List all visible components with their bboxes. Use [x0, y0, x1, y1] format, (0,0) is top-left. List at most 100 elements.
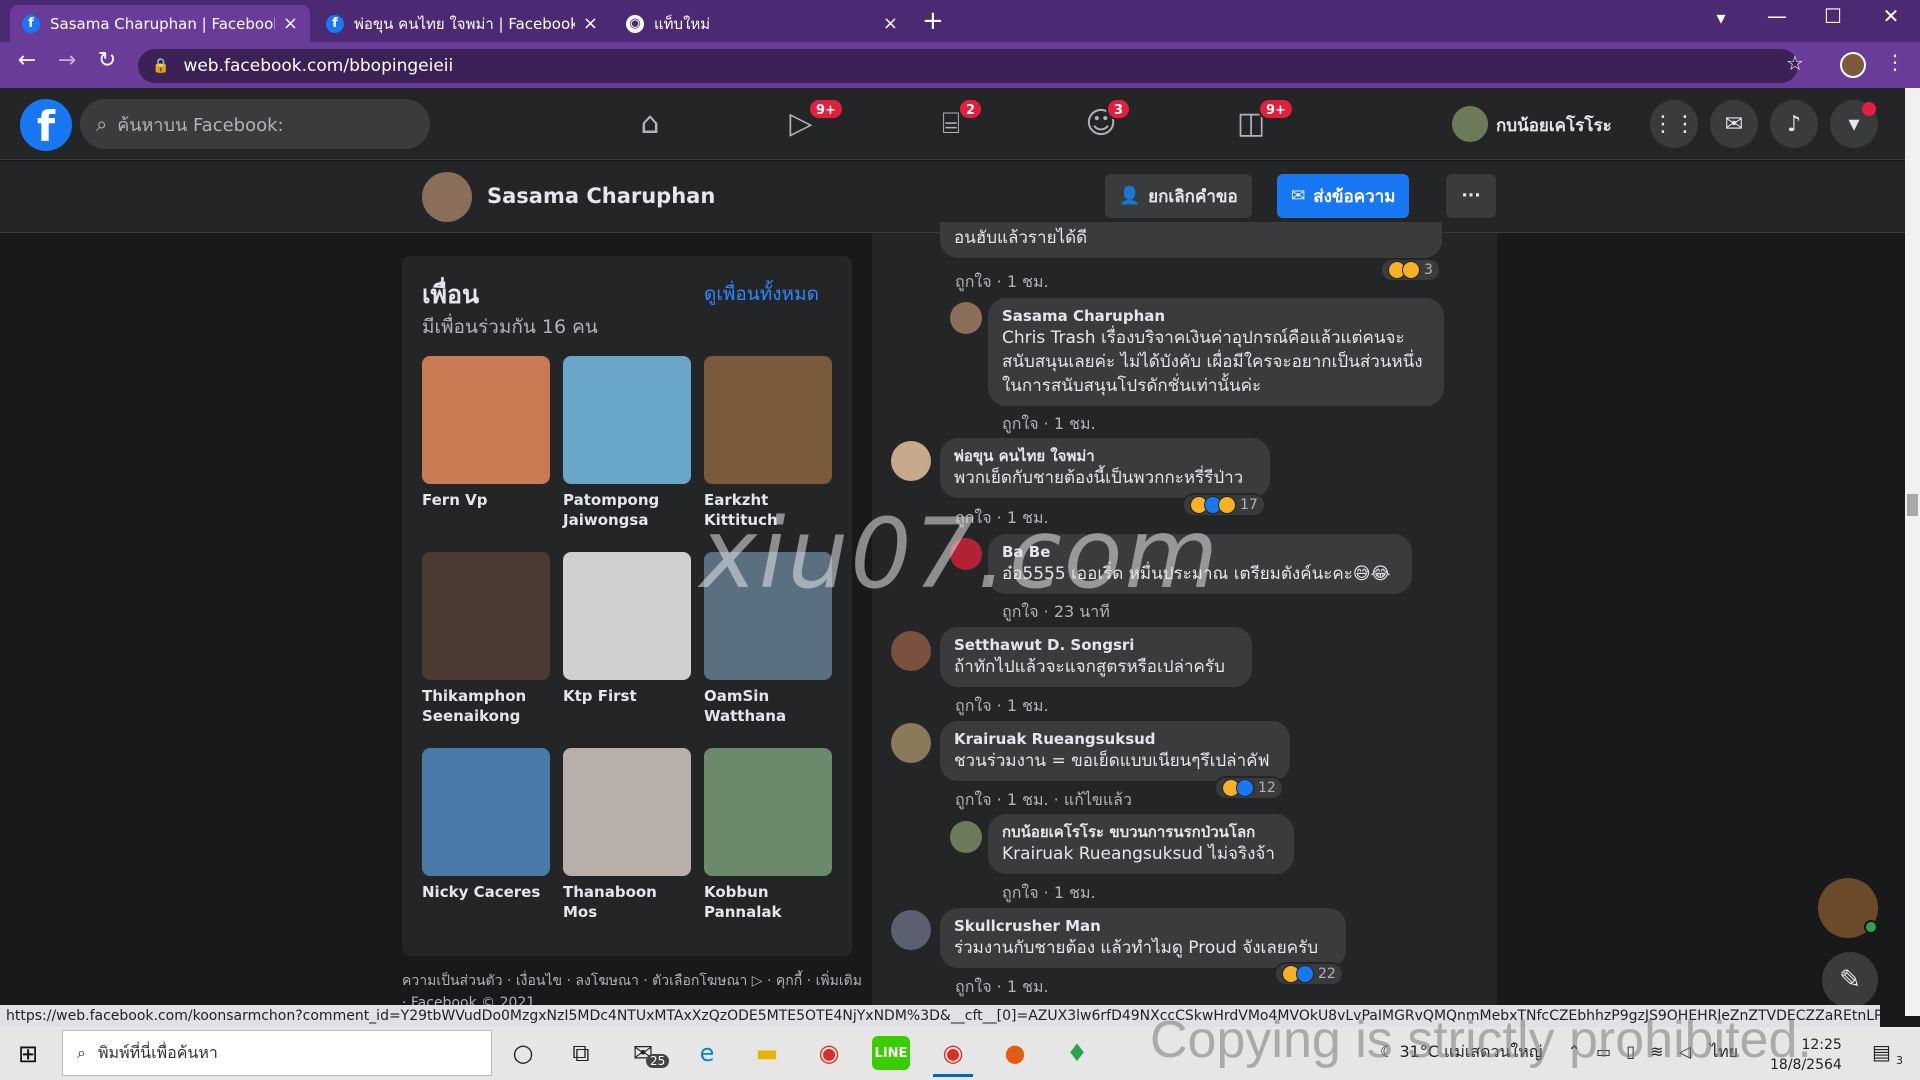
commenter-avatar[interactable] [891, 910, 931, 950]
cancel-request-button[interactable]: 👤 ยกเลิกคำขอ [1105, 174, 1252, 218]
back-icon[interactable]: ← [12, 48, 42, 73]
see-all-friends-link[interactable]: ดูเพื่อนทั้งหมด [704, 279, 819, 309]
commenter-avatar[interactable] [950, 302, 982, 334]
friends-title[interactable]: เพื่อน [422, 275, 479, 315]
minimize-icon[interactable]: — [1762, 4, 1792, 28]
friend-photo[interactable] [422, 552, 550, 680]
app-orange-icon[interactable]: ● [996, 1036, 1034, 1070]
commenter-name[interactable]: Krairuak Rueangsuksud [954, 729, 1276, 749]
reaction-summary[interactable]: 3 [1380, 258, 1441, 282]
chrome-profile-icon[interactable]: ◉ [934, 1036, 972, 1070]
lock-icon[interactable]: 🔒 [152, 58, 169, 74]
line-app-icon[interactable]: LINE [872, 1036, 910, 1070]
more-options-button[interactable]: ··· [1446, 174, 1496, 218]
marketplace-badge: 2 [958, 98, 984, 120]
send-message-button[interactable]: ✉ ส่งข้อความ [1277, 174, 1410, 218]
comment-meta[interactable]: ถูกใจ · 1 ชม. [955, 694, 1049, 719]
friend-tile[interactable]: Fern Vp [422, 356, 550, 510]
profile-menu-icon[interactable]: ▾ [1706, 8, 1736, 29]
reload-icon[interactable]: ↻ [92, 48, 122, 73]
friend-tile[interactable]: Patompong Jaiwongsa [563, 356, 691, 530]
browser-profile-avatar[interactable] [1840, 52, 1866, 78]
current-user-name[interactable]: กบน้อยเคโรโระ [1496, 112, 1612, 139]
friend-name[interactable]: Thanaboon Mos [563, 882, 691, 922]
menu-grid-icon[interactable]: ⋮⋮ [1650, 100, 1698, 148]
commenter-name[interactable]: Skullcrusher Man [954, 916, 1332, 936]
friend-name[interactable]: Nicky Caceres [422, 882, 550, 902]
comment-meta[interactable]: ถูกใจ · 1 ชม. [955, 975, 1049, 1000]
close-tab-icon[interactable]: × [583, 13, 598, 34]
friend-name[interactable]: Ktp First [563, 686, 691, 706]
comment-meta[interactable]: ถูกใจ · 1 ชม. [1002, 881, 1096, 906]
facebook-logo-icon[interactable]: f [20, 99, 72, 151]
app-green-icon[interactable]: ♦ [1058, 1036, 1096, 1070]
reaction-summary[interactable]: 22 [1274, 962, 1344, 986]
watch-badge: 9+ [808, 98, 844, 120]
friend-name[interactable]: OamSin Watthana [704, 686, 832, 726]
commenter-avatar[interactable] [891, 631, 931, 671]
messenger-icon[interactable]: ✉ [1710, 100, 1758, 148]
chrome-icon[interactable]: ◉ [810, 1036, 848, 1070]
comment-meta[interactable]: ถูกใจ · 1 ชม. [955, 270, 1049, 295]
commenter-name[interactable]: กบน้อยเคโรโระ ขบวนการนรกป่วนโลก [1002, 822, 1280, 842]
tab-title: แท็บใหม่ [654, 14, 711, 33]
friend-tile[interactable]: Thikamphon Seenaikong [422, 552, 550, 726]
friend-photo[interactable] [704, 356, 832, 484]
comment-meta[interactable]: ถูกใจ · 1 ชม. · แก้ไขแล้ว [955, 788, 1132, 813]
tab-phokhun[interactable]: f พ่อขุน คนไทย ใจพม่า | Facebook × [314, 5, 610, 42]
file-explorer-icon[interactable]: ▬ [748, 1036, 786, 1070]
friend-name[interactable]: Patompong Jaiwongsa [563, 490, 691, 530]
task-view-icon[interactable]: ⧉ [562, 1036, 600, 1070]
facebook-search-input[interactable]: ⌕ ค้นหาบน Facebook: [80, 99, 430, 149]
friend-tile[interactable]: Thanaboon Mos [563, 748, 691, 922]
notifications-bell-icon[interactable]: ♪ [1770, 100, 1818, 148]
bookmark-star-icon[interactable]: ☆ [1786, 51, 1804, 75]
search-icon: ⌕ [77, 1043, 86, 1062]
forward-icon[interactable]: → [52, 48, 82, 73]
reaction-count: 17 [1240, 497, 1258, 513]
comment-bubble: อนฮับแล้วรายได้ดี [940, 222, 1442, 258]
action-center-icon[interactable]: ▤ [1872, 1040, 1891, 1064]
friend-name[interactable]: Thikamphon Seenaikong [422, 686, 550, 726]
friend-name[interactable]: Fern Vp [422, 490, 550, 510]
friend-photo[interactable] [704, 748, 832, 876]
commenter-avatar[interactable] [891, 441, 931, 481]
close-tab-icon[interactable]: × [283, 13, 298, 34]
browser-menu-icon[interactable]: ⋮ [1885, 50, 1905, 74]
friend-tile[interactable]: Ktp First [563, 552, 691, 706]
friend-photo[interactable] [563, 552, 691, 680]
reaction-summary[interactable]: 12 [1214, 776, 1284, 800]
page-scrollbar[interactable] [1905, 88, 1920, 1016]
new-message-compose-icon[interactable]: ✎ [1822, 952, 1878, 1008]
url-field[interactable]: 🔒 web.facebook.com/bbopingeieii [138, 49, 1798, 83]
commenter-name[interactable]: Sasama Charuphan [1002, 306, 1430, 326]
close-tab-icon[interactable]: × [883, 13, 898, 34]
comment-meta[interactable]: ถูกใจ · 1 ชม. [1002, 412, 1096, 437]
scrollbar-thumb[interactable] [1907, 494, 1918, 516]
friend-photo[interactable] [563, 356, 691, 484]
profile-avatar[interactable] [422, 172, 472, 222]
watermark-center: xiu07.com [700, 498, 1221, 610]
tab-sasama[interactable]: f Sasama Charuphan | Facebook × [10, 5, 310, 42]
maximize-icon[interactable]: ☐ [1818, 4, 1848, 28]
profile-name[interactable]: Sasama Charuphan [487, 184, 715, 208]
new-tab-icon[interactable]: + [922, 6, 944, 36]
friend-tile[interactable]: Kobbun Pannalak [704, 748, 832, 922]
taskbar-search-input[interactable]: ⌕ พิมพ์ที่นี่เพื่อค้นหา [62, 1030, 492, 1076]
friend-name[interactable]: Kobbun Pannalak [704, 882, 832, 922]
windows-start-icon[interactable]: ⊞ [18, 1040, 38, 1068]
commenter-avatar[interactable] [891, 723, 931, 763]
commenter-name[interactable]: Setthawut D. Songsri [954, 635, 1238, 655]
commenter-avatar[interactable] [950, 821, 982, 853]
tab-new[interactable]: ◉ แท็บใหม่ × [614, 5, 910, 42]
home-icon[interactable]: ⌂ [630, 104, 670, 144]
edge-icon[interactable]: e [688, 1036, 726, 1070]
commenter-name[interactable]: พ่อขุน คนไทย ใจพม่า [954, 446, 1256, 466]
friend-tile[interactable]: Nicky Caceres [422, 748, 550, 902]
window-close-icon[interactable]: ✕ [1876, 4, 1906, 28]
friend-photo[interactable] [563, 748, 691, 876]
cortana-icon[interactable]: ○ [504, 1036, 542, 1070]
current-user-avatar[interactable] [1452, 106, 1488, 142]
friend-photo[interactable] [422, 356, 550, 484]
friend-photo[interactable] [422, 748, 550, 876]
